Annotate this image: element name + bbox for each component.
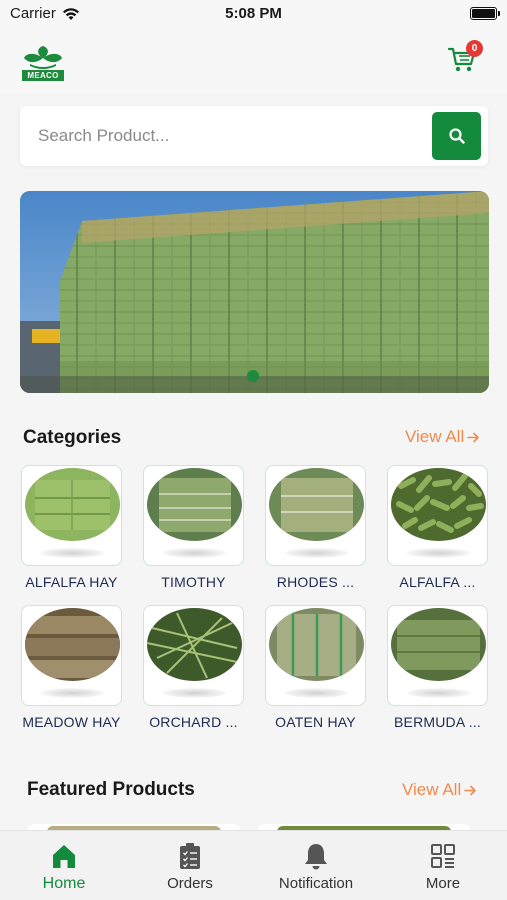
category-label: MEADOW HAY bbox=[22, 714, 121, 730]
bell-icon bbox=[305, 844, 327, 870]
tab-label: More bbox=[425, 875, 461, 892]
tab-more[interactable]: More bbox=[380, 831, 506, 900]
categories-title: Categories bbox=[23, 427, 122, 448]
logo-text: MEACO bbox=[22, 70, 64, 81]
category-card-rhodes[interactable] bbox=[265, 465, 366, 566]
cart-count-badge: 0 bbox=[466, 40, 483, 57]
category-label: ALFALFA ... bbox=[399, 574, 476, 590]
banner-image bbox=[20, 191, 489, 393]
search-input[interactable] bbox=[38, 120, 418, 152]
arrow-right-icon bbox=[464, 785, 477, 795]
battery-icon bbox=[470, 7, 500, 20]
category-card-timothy[interactable] bbox=[143, 465, 244, 566]
search-icon bbox=[448, 128, 465, 144]
search-bar bbox=[20, 106, 488, 166]
category-card-orchard[interactable] bbox=[143, 605, 244, 706]
view-all-label: View All bbox=[402, 780, 462, 799]
category-image bbox=[391, 468, 486, 541]
category-label: ALFALFA HAY bbox=[25, 574, 118, 590]
category-image bbox=[391, 608, 486, 681]
category-label: TIMOTHY bbox=[161, 574, 226, 590]
tab-label: Home bbox=[42, 875, 86, 892]
status-time: 5:08 PM bbox=[225, 5, 282, 22]
category-image bbox=[269, 468, 364, 541]
category-card-oaten-hay[interactable] bbox=[265, 605, 366, 706]
tab-label: Notification bbox=[278, 875, 354, 892]
grid-icon bbox=[431, 844, 455, 868]
category-image bbox=[269, 608, 364, 681]
category-image bbox=[147, 468, 242, 541]
tab-label: Orders bbox=[167, 875, 213, 892]
view-all-label: View All bbox=[405, 427, 465, 446]
category-card-bermuda[interactable] bbox=[387, 605, 488, 706]
app-header: MEACO 0 bbox=[0, 28, 507, 94]
tab-orders[interactable]: Orders bbox=[127, 831, 253, 900]
categories-view-all[interactable]: View All bbox=[405, 427, 480, 447]
category-label: RHODES ... bbox=[276, 574, 355, 590]
category-label: BERMUDA ... bbox=[394, 714, 481, 730]
arrow-right-icon bbox=[467, 432, 480, 442]
category-image bbox=[25, 608, 120, 681]
featured-products-title: Featured Products bbox=[27, 779, 195, 800]
search-button[interactable] bbox=[432, 112, 481, 160]
clipboard-icon bbox=[180, 843, 200, 869]
category-image bbox=[147, 608, 242, 681]
tab-home[interactable]: Home bbox=[1, 831, 127, 900]
category-card-alfalfa-pellets[interactable] bbox=[387, 465, 488, 566]
promo-banner[interactable] bbox=[20, 191, 489, 393]
featured-view-all[interactable]: View All bbox=[402, 780, 477, 800]
banner-page-indicator[interactable] bbox=[247, 370, 259, 382]
tab-notification[interactable]: Notification bbox=[253, 831, 379, 900]
category-label: ORCHARD ... bbox=[149, 714, 238, 730]
category-image bbox=[25, 468, 120, 541]
category-label: OATEN HAY bbox=[275, 714, 356, 730]
status-bar: Carrier 5:08 PM bbox=[0, 0, 507, 28]
home-icon bbox=[53, 845, 75, 868]
category-card-meadow-hay[interactable] bbox=[21, 605, 122, 706]
category-card-alfalfa-hay[interactable] bbox=[21, 465, 122, 566]
bottom-tab-bar: Home Orders Notification More bbox=[0, 830, 507, 900]
